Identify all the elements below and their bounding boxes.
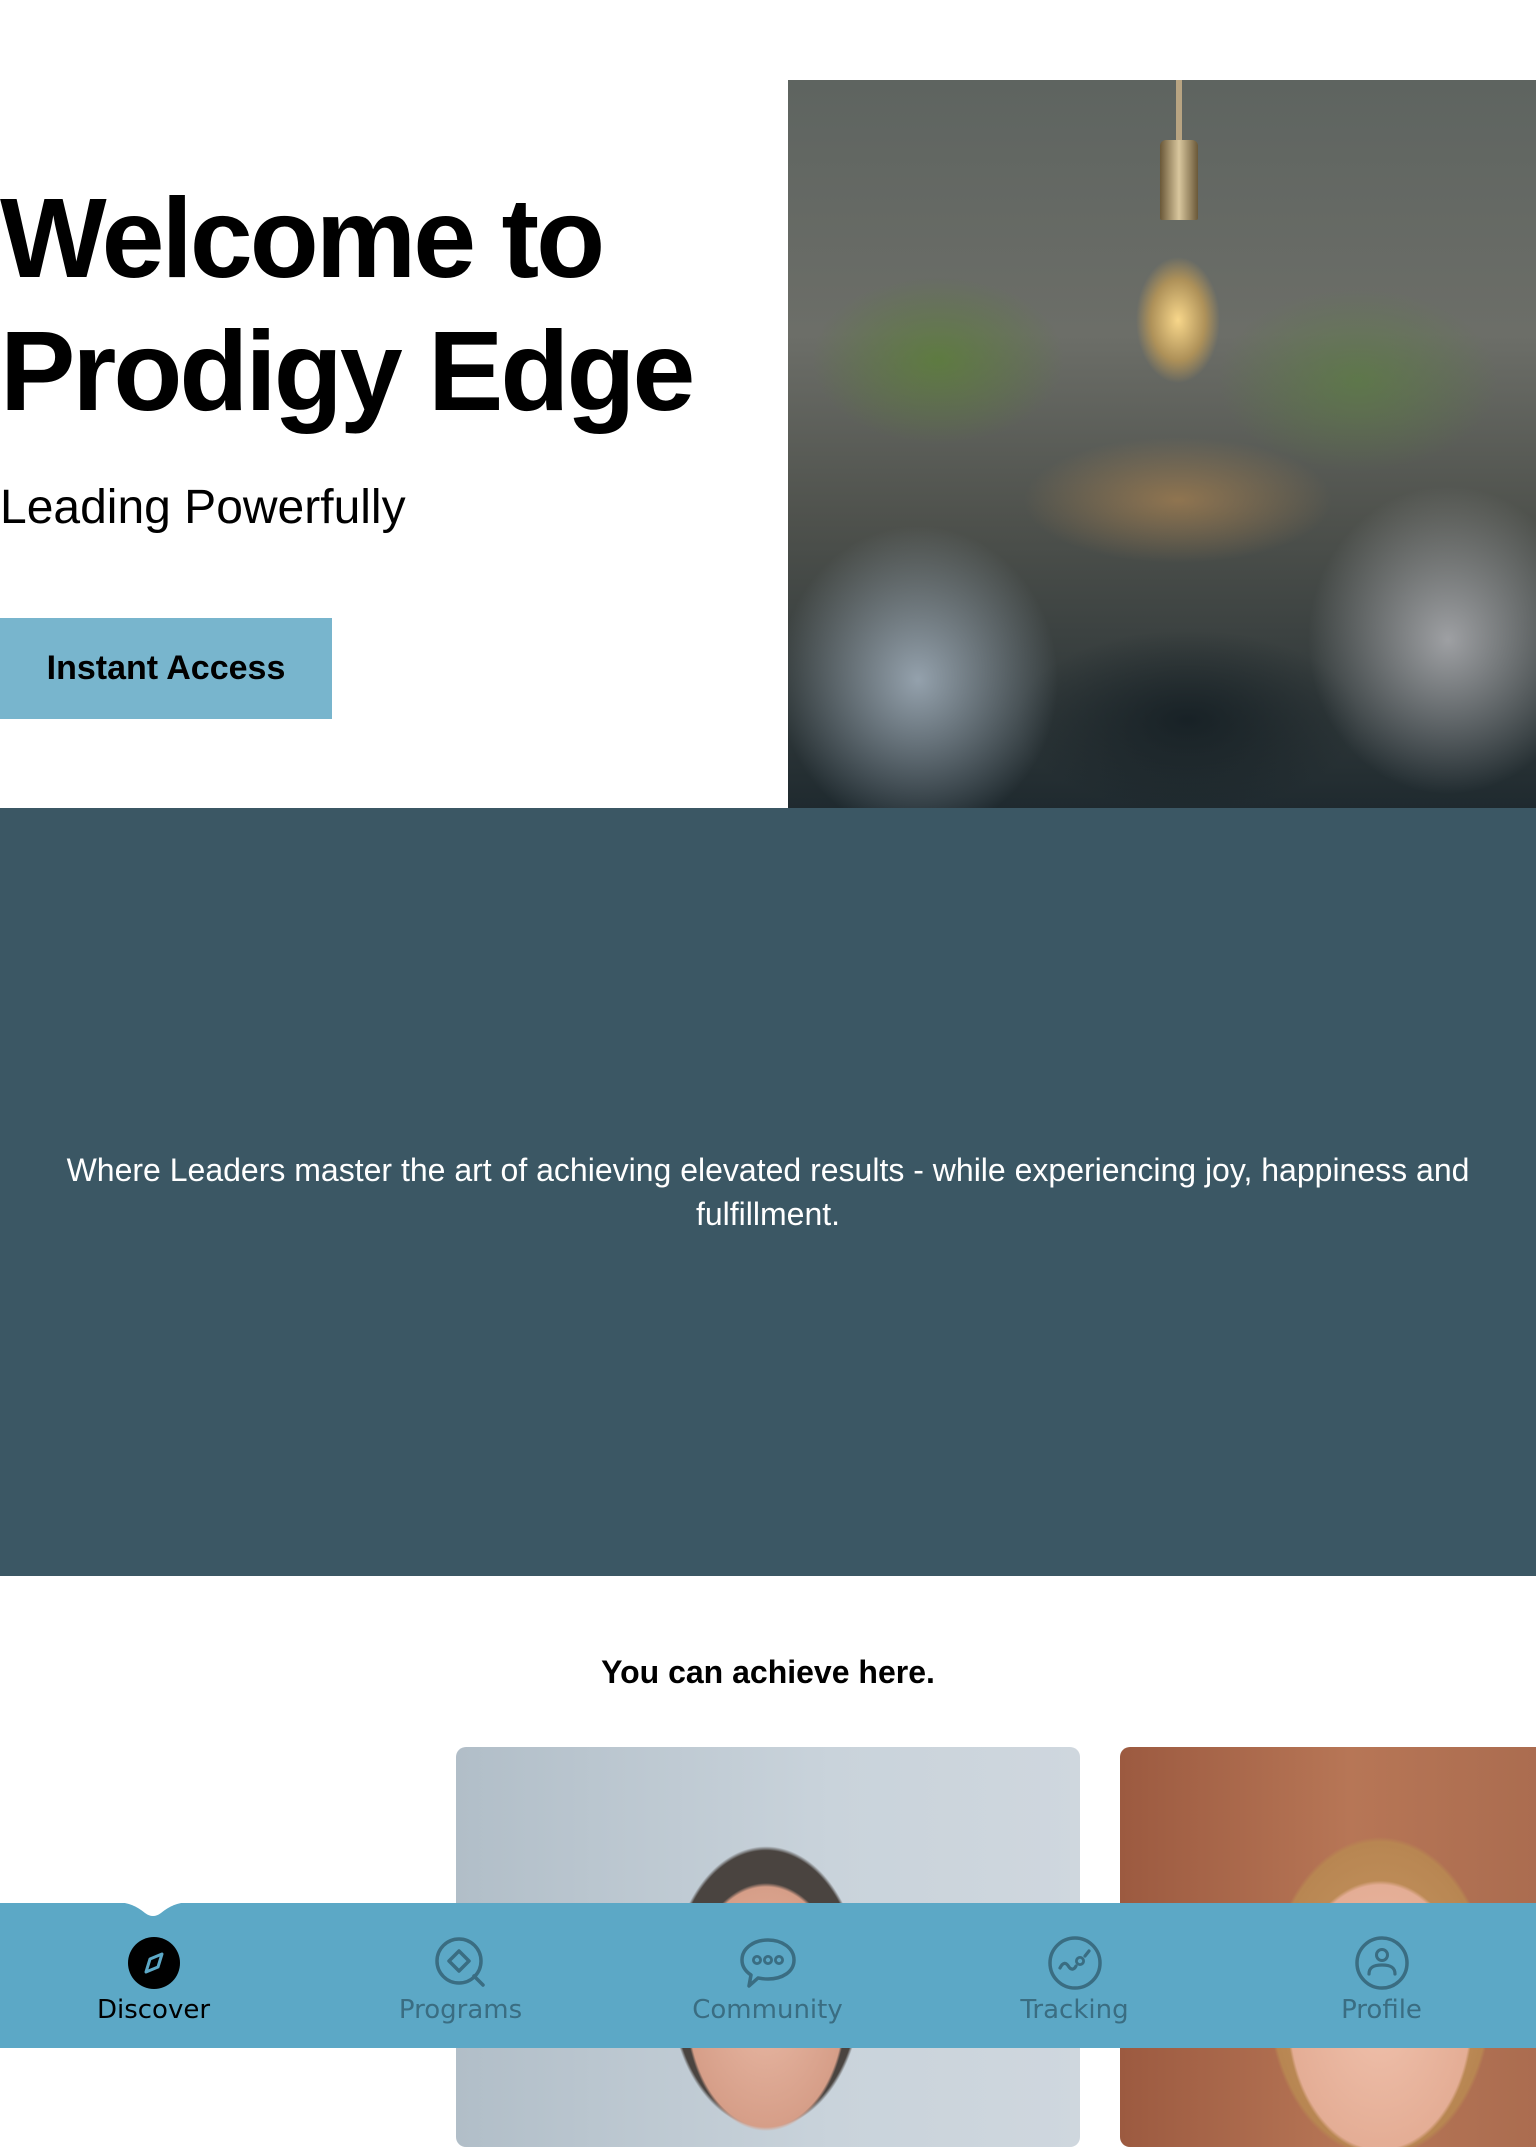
hero-section: Welcome to Prodigy Edge Leading Powerful… <box>0 0 1536 808</box>
nav-tab-profile[interactable]: Profile <box>1228 1903 1535 2048</box>
hero-title: Welcome to Prodigy Edge <box>0 175 695 434</box>
nav-tab-tracking[interactable]: Tracking <box>921 1903 1228 2048</box>
hero-image <box>788 80 1536 808</box>
achieve-section-title: You can achieve here. <box>601 1654 935 1690</box>
nav-label: Profile <box>1341 1995 1422 2025</box>
search-diamond-icon <box>434 1937 485 1987</box>
nav-label: Programs <box>398 1995 523 2025</box>
chat-bubble-icon <box>739 1938 796 1988</box>
compass-icon <box>127 1937 180 1989</box>
mission-banner: Where Leaders master the art of achievin… <box>0 808 1536 1576</box>
bottom-navigation: Discover Programs Community Tracking Pro… <box>0 1901 1536 2048</box>
nav-label: Discover <box>96 1995 211 2025</box>
instant-access-button[interactable]: Instant Access <box>0 618 332 719</box>
nav-tab-discover[interactable]: Discover <box>0 1903 307 2048</box>
light-bulb-socket <box>1160 140 1198 220</box>
hero-subtitle: Leading Powerfully <box>0 481 406 534</box>
nav-label: Tracking <box>1020 1995 1129 2025</box>
nav-tab-community[interactable]: Community <box>614 1903 921 2048</box>
nav-tab-programs[interactable]: Programs <box>307 1903 614 2048</box>
user-circle-icon <box>1354 1936 1409 1990</box>
tracking-chart-icon <box>1047 1936 1102 1990</box>
nav-label: Community <box>692 1995 843 2025</box>
mission-text: Where Leaders master the art of achievin… <box>66 1152 1470 1232</box>
